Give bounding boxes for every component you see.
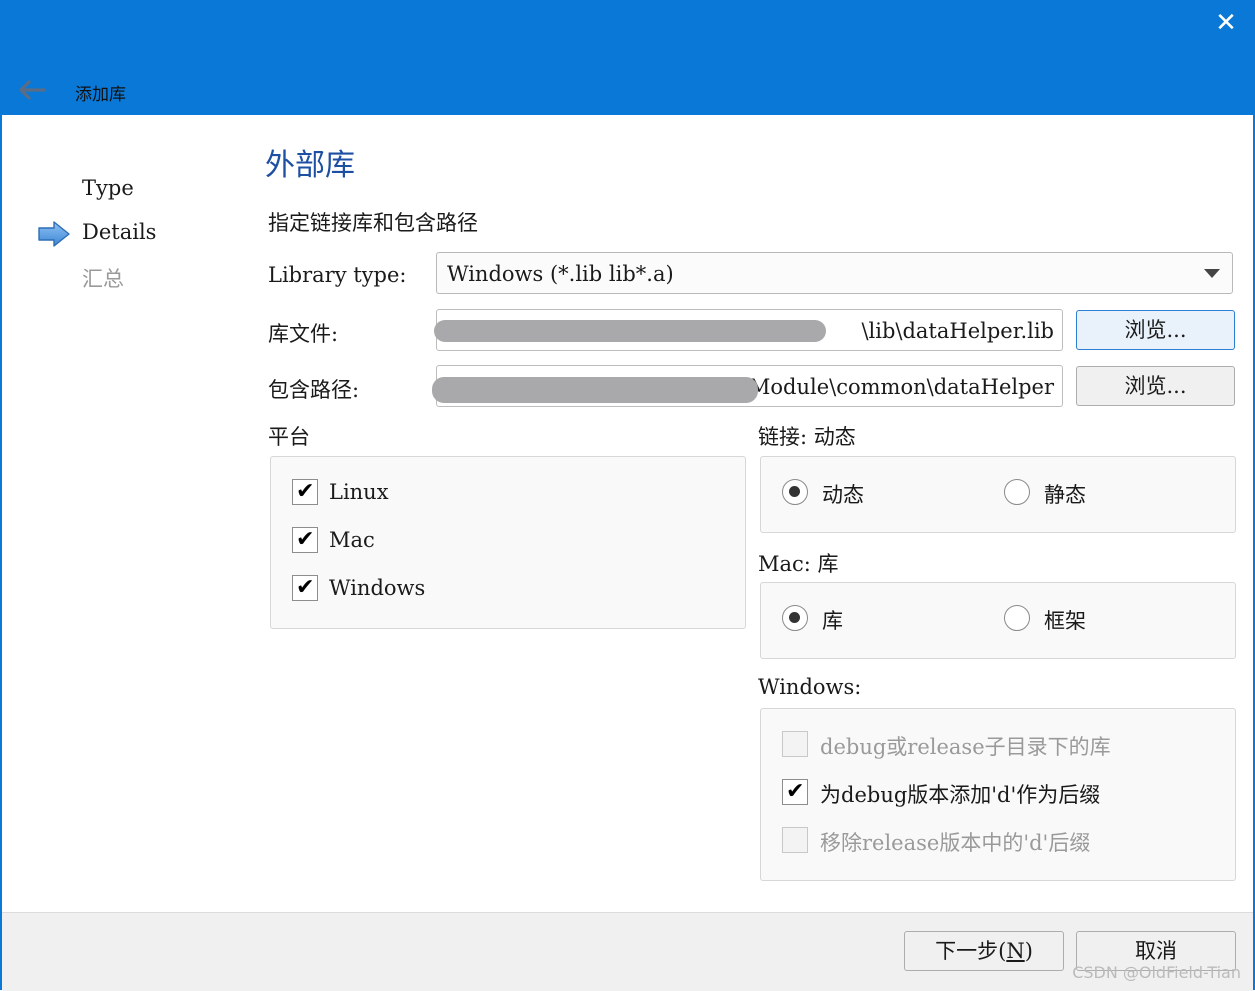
next-button-label: 下一步( [935,939,1007,963]
include-path-label: 包含路径: [268,378,360,402]
window-border-left [0,115,2,990]
check-icon: ✔ [786,779,805,804]
radio-selected-dot [789,486,800,497]
window-title: 添加库 [75,85,126,105]
library-type-combobox[interactable]: Windows (*.lib lib*.a) [436,252,1233,294]
watermark-text: CSDN @OldField-Tian [1072,963,1241,982]
linkage-dynamic-radio[interactable] [782,479,808,505]
check-icon: ✔ [296,575,315,600]
redaction-mark [434,320,826,342]
linkage-dynamic-label: 动态 [822,483,864,507]
current-step-arrow-icon [38,221,70,247]
mac-title: Mac: 库 [758,552,839,576]
platform-title: 平台 [268,425,310,449]
browse-library-file-button[interactable]: 浏览... [1076,310,1235,350]
include-path-value: \Module\common\dataHelper [741,375,1054,399]
browse-include-path-button[interactable]: 浏览... [1076,366,1235,406]
mac-label: Mac [329,528,375,552]
next-button-label-close: ) [1024,939,1033,963]
library-type-value: Windows (*.lib lib*.a) [447,262,674,286]
page-subtitle: 指定链接库和包含路径 [268,211,478,235]
back-arrow-icon [19,80,46,100]
mac-framework-label: 框架 [1044,609,1086,633]
title-bar: ✕ 添加库 [0,0,1255,115]
step-summary: 汇总 [82,267,124,291]
back-button[interactable] [16,78,46,106]
close-button[interactable]: ✕ [1211,8,1241,38]
windows-checkbox[interactable]: ✔ [292,575,318,601]
linkage-static-radio[interactable] [1004,479,1030,505]
debug-release-subdir-label: debug或release子目录下的库 [820,735,1111,759]
linux-label: Linux [329,480,389,504]
library-file-value: \lib\dataHelper.lib [861,319,1054,343]
next-button[interactable]: 下一步(N) [904,931,1064,971]
debug-release-subdir-checkbox[interactable] [782,731,808,757]
check-icon: ✔ [296,479,315,504]
remove-d-suffix-checkbox[interactable] [782,827,808,853]
linkage-title: 链接: 动态 [758,425,856,449]
linkage-static-label: 静态 [1044,483,1086,507]
check-icon: ✔ [296,527,315,552]
linux-checkbox[interactable]: ✔ [292,479,318,505]
mac-library-radio[interactable] [782,605,808,631]
library-type-label: Library type: [268,263,407,287]
page-heading: 外部库 [265,148,355,183]
chevron-down-icon [1204,269,1220,278]
remove-d-suffix-label: 移除release版本中的'd'后缀 [820,831,1091,855]
mac-library-label: 库 [822,609,843,633]
windows-title: Windows: [758,675,862,699]
close-icon: ✕ [1215,8,1237,38]
mac-framework-radio[interactable] [1004,605,1030,631]
library-file-label: 库文件: [268,322,339,346]
step-type: Type [82,176,134,200]
redaction-mark [432,377,758,403]
radio-selected-dot [789,612,800,623]
add-d-suffix-label: 为debug版本添加'd'作为后缀 [820,783,1101,807]
mac-checkbox[interactable]: ✔ [292,527,318,553]
step-details: Details [82,220,157,244]
button-bar [2,912,1253,991]
next-mnemonic: N [1006,939,1025,963]
add-d-suffix-checkbox[interactable]: ✔ [782,779,808,805]
windows-label: Windows [329,576,426,600]
